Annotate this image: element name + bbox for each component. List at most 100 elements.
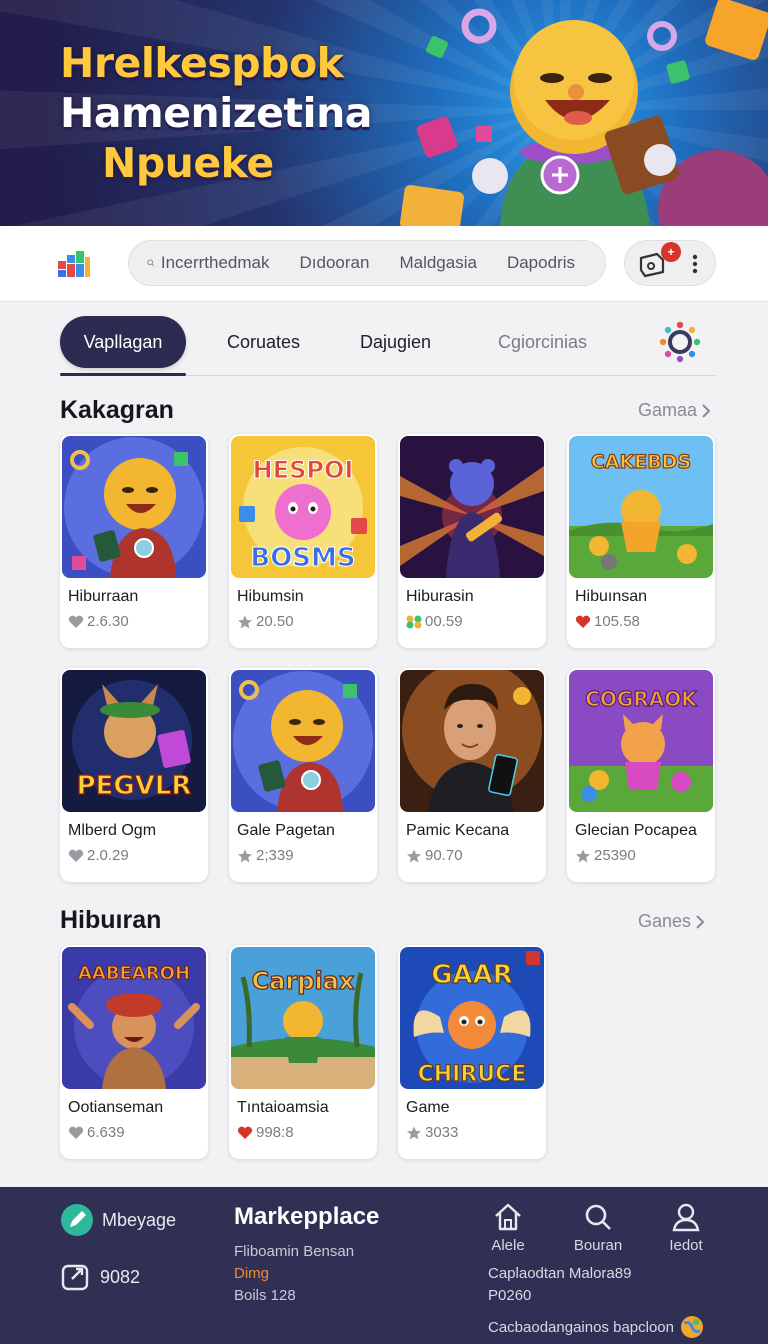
game-card[interactable]: Hiburasin 00.59 — [398, 434, 546, 648]
footer-extra-text: Cacbaodangainos bapcloon — [488, 1318, 674, 1336]
thumb-text: PEGVLR — [77, 771, 192, 801]
active-tab-indicator — [60, 373, 186, 376]
search-filter-item[interactable]: Dapodris — [507, 253, 575, 273]
chevron-right-icon — [702, 403, 711, 418]
footer-count-link[interactable]: 9082 — [60, 1261, 140, 1293]
game-card[interactable]: CAKEBDS Hibuınsan 105.58 — [567, 434, 715, 648]
notification-badge: + — [661, 242, 681, 262]
thumb-text: COGRAOK — [585, 687, 698, 711]
game-rating: 90.70 — [406, 847, 463, 864]
game-title: Game — [406, 1099, 450, 1116]
game-card[interactable]: Carpiax Tıntaioamsia 998:8 — [229, 945, 377, 1159]
settings-gear-icon[interactable] — [658, 320, 702, 364]
pencil-badge-icon — [61, 1204, 93, 1236]
game-thumbnail: PEGVLR — [62, 670, 206, 812]
game-rating-value: 998:8 — [256, 1124, 294, 1141]
game-rating-value: 90.70 — [425, 847, 463, 864]
tab-coruates[interactable]: Coruates — [227, 316, 300, 368]
hero-title: Hrelkespbok Hamenizetina Npueke — [60, 38, 372, 188]
game-title: Hiburasin — [406, 588, 474, 605]
game-rating: 998:8 — [237, 1124, 294, 1141]
tab-vapllagan[interactable]: Vapllagan — [60, 316, 186, 368]
thumb-text: AABEAROH — [78, 963, 190, 984]
app-logo-icon[interactable] — [58, 251, 90, 277]
star-icon — [576, 849, 590, 862]
footer-nav-label: Bouran — [573, 1237, 623, 1254]
hero-banner[interactable]: Hrelkespbok Hamenizetina Npueke — [0, 0, 768, 226]
footer-extra-line: Caplaodtan Malora89 — [488, 1265, 632, 1282]
game-card[interactable]: GAAR CHIRUCE Game 3033 — [398, 945, 546, 1159]
game-thumbnail: CAKEBDS — [569, 436, 713, 578]
game-rating: 20.50 — [237, 613, 294, 630]
search-filter-item[interactable]: Incerrthedmak — [161, 253, 270, 273]
game-title: Glecian Pocapea — [575, 822, 697, 839]
game-rating: 2.6.30 — [68, 613, 129, 630]
game-card[interactable]: AABEAROH Ootianseman 6.639 — [60, 945, 208, 1159]
home-icon — [495, 1203, 521, 1231]
footer-nav-search[interactable]: Bouran — [568, 1201, 628, 1254]
game-rating-value: 20.50 — [256, 613, 294, 630]
heart-icon — [237, 1126, 253, 1139]
footer-mbeyage-link[interactable]: Mbeyage — [60, 1203, 176, 1237]
tab-cgiorcinias[interactable]: Cgiorcinias — [498, 316, 587, 368]
game-thumbnail — [62, 436, 206, 578]
user-icon — [672, 1203, 700, 1232]
game-rating-value: 2;339 — [256, 847, 294, 864]
hero-title-line1: Hrelkespbok — [60, 39, 344, 87]
footer-extra-link[interactable]: Cacbaodangainos bapcloon — [488, 1315, 704, 1339]
tab-dajugien[interactable]: Dajugien — [360, 316, 431, 368]
footer-nav-label: Iedot — [669, 1237, 703, 1254]
search-bar[interactable]: Incerrthedmak Dıdooran Maldgasia Dapodri… — [128, 240, 606, 286]
search-filter-item[interactable]: Maldgasia — [399, 253, 477, 273]
game-title: Hibuınsan — [575, 588, 648, 605]
game-rating-value: 00.59 — [425, 613, 463, 630]
game-thumbnail: GAAR CHIRUCE — [400, 947, 544, 1089]
game-title: Hibumsin — [237, 588, 304, 605]
game-card[interactable]: COGRAOK Glecian Pocapea 25390 — [567, 668, 715, 882]
footer-nav-home[interactable]: Alele — [478, 1201, 538, 1254]
top-header: Incerrthedmak Dıdooran Maldgasia Dapodri… — [0, 226, 768, 302]
thumb-text: CAKEBDS — [591, 451, 691, 473]
heart-icon — [68, 1126, 84, 1139]
game-rating: 105.58 — [575, 613, 640, 630]
footer-text-line: Fliboamin Bensan — [234, 1243, 355, 1260]
star-icon — [238, 849, 252, 862]
star-icon — [238, 615, 252, 628]
section-link-label: Gamaa — [638, 400, 698, 420]
footer-nav-profile[interactable]: Iedot — [656, 1201, 716, 1254]
game-title: Gale Pagetan — [237, 822, 335, 839]
category-tabs: Vapllagan Coruates Dajugien Cgiorcinias — [60, 316, 716, 376]
game-rating-value: 2.6.30 — [87, 613, 129, 630]
more-options-icon[interactable] — [687, 253, 703, 275]
thumb-text: HESPOI — [253, 456, 354, 484]
game-rating-value: 25390 — [594, 847, 636, 864]
game-card[interactable]: Gale Pagetan 2;339 — [229, 668, 377, 882]
game-thumbnail — [400, 670, 544, 812]
game-thumbnail — [231, 670, 375, 812]
star-icon — [407, 849, 421, 862]
heart-icon — [575, 615, 591, 628]
search-filter-item[interactable]: Dıdooran — [300, 253, 370, 273]
footer-bar: Mbeyage 9082 Markepplace Fliboamin Bensa… — [0, 1187, 768, 1344]
footer-text-line[interactable]: Dimg — [234, 1265, 269, 1282]
footer-extra-line: P0260 — [488, 1287, 532, 1304]
game-card[interactable]: HESPOI BOSMS Hibumsin 20.50 — [229, 434, 377, 648]
game-title: Tıntaioamsia — [237, 1099, 329, 1116]
heart-icon — [68, 849, 84, 862]
search-icon — [147, 259, 155, 267]
section-see-all-link[interactable]: Ganes — [638, 911, 705, 932]
footer-brand-title: Markepplace — [234, 1203, 380, 1230]
header-actions: + — [624, 240, 716, 286]
thumb-text: BOSMS — [250, 543, 355, 573]
game-card[interactable]: Pamic Kecana 90.70 — [398, 668, 546, 882]
star-icon — [407, 1126, 421, 1139]
thumb-text: GAAR — [431, 960, 513, 990]
game-card[interactable]: Hiburraan 2.6.30 — [60, 434, 208, 648]
section-see-all-link[interactable]: Gamaa — [638, 400, 711, 421]
game-card[interactable]: PEGVLR Mlberd Ogm 2.0.29 — [60, 668, 208, 882]
globe-icon — [680, 1316, 703, 1338]
game-thumbnail: COGRAOK — [569, 670, 713, 812]
game-rating: 2.0.29 — [68, 847, 129, 864]
footer-text-line: Boils 128 — [234, 1287, 296, 1304]
game-thumbnail — [400, 436, 544, 578]
